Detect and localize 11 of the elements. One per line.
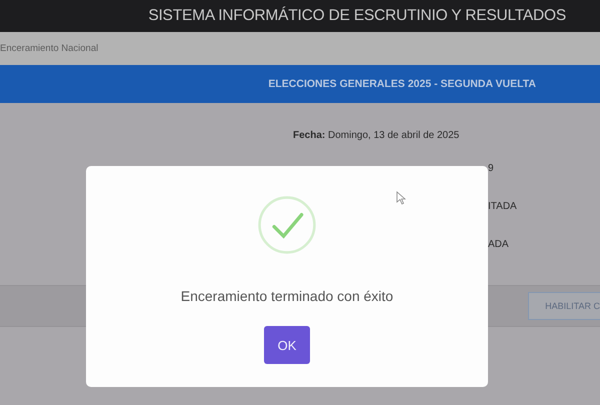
detail-text: ITADA [488, 201, 517, 212]
date-text: Fecha: Domingo, 13 de abril de 2025 [293, 130, 460, 141]
enable-button[interactable]: HABILITAR C [528, 292, 600, 320]
system-title: SISTEMA INFORMÁTICO DE ESCRUTINIO Y RESULTADOS [148, 7, 566, 25]
cursor-icon [396, 191, 406, 205]
dialog-message: Enceramiento terminado con éxito [180, 288, 394, 304]
detail-text: ADA [488, 239, 509, 250]
breadcrumb[interactable]: Enceramiento Nacional [0, 43, 98, 54]
ok-button[interactable]: OK [264, 326, 310, 364]
detail-text: 9 [488, 163, 494, 174]
election-title: ELECCIONES GENERALES 2025 - SEGUNDA VUELTA [268, 78, 536, 90]
